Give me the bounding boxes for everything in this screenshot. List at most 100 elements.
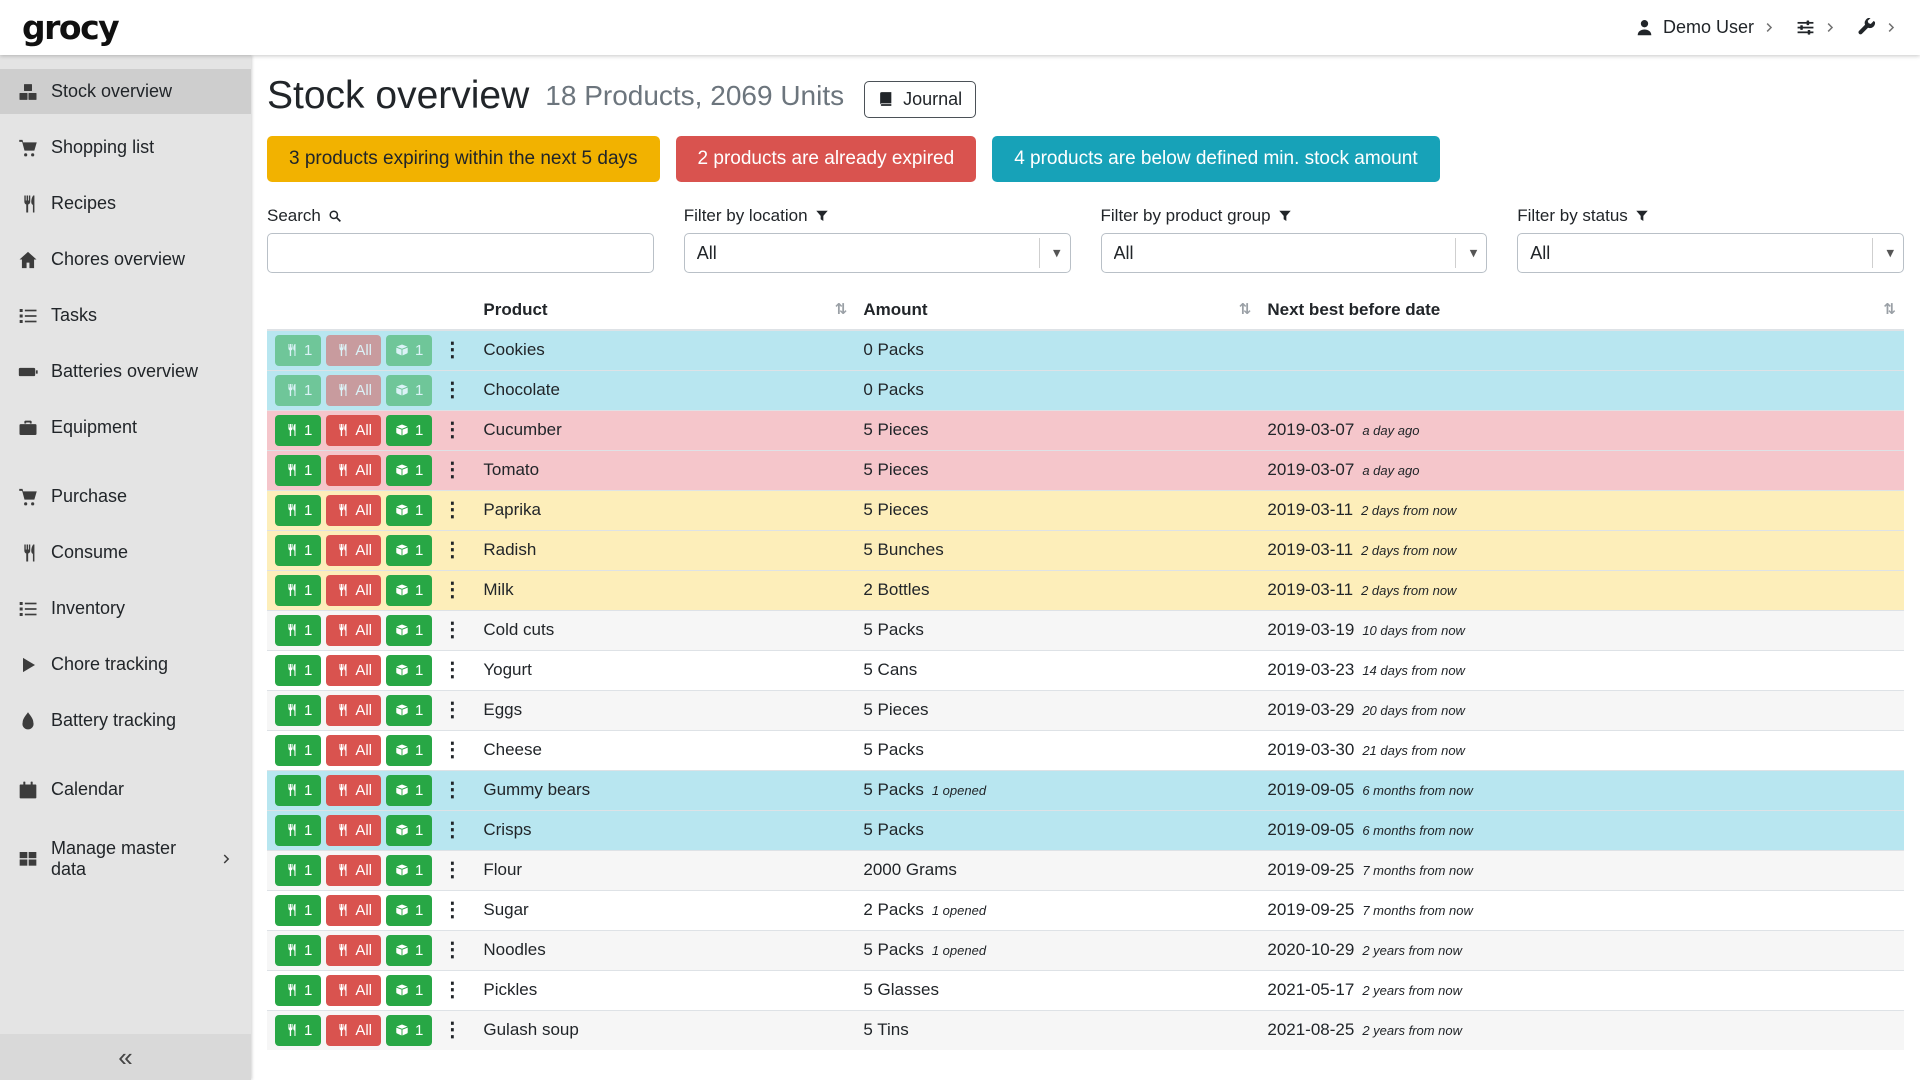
open-one-button[interactable]: 1	[386, 855, 432, 886]
row-menu-button[interactable]: ⋮	[437, 535, 467, 566]
row-menu-button[interactable]: ⋮	[437, 495, 467, 526]
settings-menu[interactable]	[1796, 18, 1837, 37]
open-one-button[interactable]: 1	[386, 735, 432, 766]
consume-one-button[interactable]: 1	[275, 655, 321, 686]
consume-one-button[interactable]: 1	[275, 695, 321, 726]
sidebar-collapse-button[interactable]: «	[0, 1034, 251, 1080]
consume-one-button[interactable]: 1	[275, 975, 321, 1006]
sidebar-item-manage-master-data[interactable]: Manage master data	[0, 836, 251, 881]
open-one-button[interactable]: 1	[386, 375, 432, 406]
consume-all-button[interactable]: All	[326, 615, 381, 646]
journal-button[interactable]: Journal	[864, 81, 976, 118]
row-menu-button[interactable]: ⋮	[437, 855, 467, 886]
row-menu-button[interactable]: ⋮	[437, 695, 467, 726]
open-one-button[interactable]: 1	[386, 935, 432, 966]
column-header-amount[interactable]: Amount⇅	[855, 291, 1259, 330]
sidebar-item-batteries-overview[interactable]: Batteries overview	[0, 349, 251, 394]
row-menu-button[interactable]: ⋮	[437, 815, 467, 846]
row-menu-button[interactable]: ⋮	[437, 655, 467, 686]
filter-by-status-select-control[interactable]: All	[1518, 234, 1903, 272]
consume-all-button[interactable]: All	[326, 455, 381, 486]
consume-one-button[interactable]: 1	[275, 335, 321, 366]
open-one-button[interactable]: 1	[386, 335, 432, 366]
open-one-button[interactable]: 1	[386, 575, 432, 606]
row-menu-button[interactable]: ⋮	[437, 335, 467, 366]
row-menu-button[interactable]: ⋮	[437, 575, 467, 606]
sort-icon[interactable]: ⇅	[1239, 300, 1252, 318]
sidebar-item-consume[interactable]: Consume	[0, 530, 251, 575]
consume-all-button[interactable]: All	[326, 935, 381, 966]
admin-menu[interactable]	[1857, 18, 1898, 37]
open-one-button[interactable]: 1	[386, 695, 432, 726]
consume-one-button[interactable]: 1	[275, 1015, 321, 1046]
consume-all-button[interactable]: All	[326, 815, 381, 846]
open-one-button[interactable]: 1	[386, 775, 432, 806]
row-menu-button[interactable]: ⋮	[437, 735, 467, 766]
sidebar-item-inventory[interactable]: Inventory	[0, 586, 251, 631]
row-menu-button[interactable]: ⋮	[437, 455, 467, 486]
sidebar-item-chores-overview[interactable]: Chores overview	[0, 237, 251, 282]
filter-by-location-select[interactable]: All	[684, 233, 1071, 273]
consume-all-button[interactable]: All	[326, 375, 381, 406]
sort-icon[interactable]: ⇅	[835, 300, 848, 318]
open-one-button[interactable]: 1	[386, 815, 432, 846]
sidebar-item-tasks[interactable]: Tasks	[0, 293, 251, 338]
column-header-product[interactable]: Product⇅	[475, 291, 855, 330]
row-menu-button[interactable]: ⋮	[437, 895, 467, 926]
row-menu-button[interactable]: ⋮	[437, 775, 467, 806]
sort-icon[interactable]: ⇅	[1883, 300, 1896, 318]
open-one-button[interactable]: 1	[386, 495, 432, 526]
consume-all-button[interactable]: All	[326, 855, 381, 886]
open-one-button[interactable]: 1	[386, 895, 432, 926]
consume-one-button[interactable]: 1	[275, 895, 321, 926]
sidebar-item-stock-overview[interactable]: Stock overview	[0, 69, 251, 114]
consume-all-button[interactable]: All	[326, 535, 381, 566]
consume-all-button[interactable]: All	[326, 735, 381, 766]
consume-one-button[interactable]: 1	[275, 935, 321, 966]
open-one-button[interactable]: 1	[386, 1015, 432, 1046]
consume-all-button[interactable]: All	[326, 775, 381, 806]
sidebar-item-recipes[interactable]: Recipes	[0, 181, 251, 226]
row-menu-button[interactable]: ⋮	[437, 975, 467, 1006]
status-banner-3[interactable]: 4 products are below defined min. stock …	[992, 136, 1439, 182]
consume-one-button[interactable]: 1	[275, 775, 321, 806]
consume-one-button[interactable]: 1	[275, 455, 321, 486]
user-menu[interactable]: Demo User	[1635, 17, 1776, 38]
sidebar-item-calendar[interactable]: Calendar	[0, 767, 251, 812]
consume-all-button[interactable]: All	[326, 695, 381, 726]
filter-by-product-group-select[interactable]: All	[1101, 233, 1488, 273]
consume-one-button[interactable]: 1	[275, 415, 321, 446]
sidebar-item-chore-tracking[interactable]: Chore tracking	[0, 642, 251, 687]
search-input[interactable]	[267, 233, 654, 273]
open-one-button[interactable]: 1	[386, 655, 432, 686]
consume-all-button[interactable]: All	[326, 575, 381, 606]
consume-one-button[interactable]: 1	[275, 495, 321, 526]
status-banner-1[interactable]: 3 products expiring within the next 5 da…	[267, 136, 660, 182]
row-menu-button[interactable]: ⋮	[437, 415, 467, 446]
open-one-button[interactable]: 1	[386, 535, 432, 566]
consume-all-button[interactable]: All	[326, 335, 381, 366]
row-menu-button[interactable]: ⋮	[437, 615, 467, 646]
consume-one-button[interactable]: 1	[275, 855, 321, 886]
column-header-next-best-before-date[interactable]: Next best before date⇅	[1259, 291, 1904, 330]
consume-all-button[interactable]: All	[326, 495, 381, 526]
consume-all-button[interactable]: All	[326, 975, 381, 1006]
sidebar-item-shopping-list[interactable]: Shopping list	[0, 125, 251, 170]
sidebar-item-battery-tracking[interactable]: Battery tracking	[0, 698, 251, 743]
open-one-button[interactable]: 1	[386, 615, 432, 646]
consume-one-button[interactable]: 1	[275, 375, 321, 406]
open-one-button[interactable]: 1	[386, 975, 432, 1006]
sidebar-item-purchase[interactable]: Purchase	[0, 474, 251, 519]
consume-one-button[interactable]: 1	[275, 815, 321, 846]
open-one-button[interactable]: 1	[386, 455, 432, 486]
sidebar-item-equipment[interactable]: Equipment	[0, 405, 251, 450]
consume-all-button[interactable]: All	[326, 655, 381, 686]
filter-by-status-select[interactable]: All	[1517, 233, 1904, 273]
consume-one-button[interactable]: 1	[275, 615, 321, 646]
consume-all-button[interactable]: All	[326, 415, 381, 446]
consume-all-button[interactable]: All	[326, 895, 381, 926]
consume-one-button[interactable]: 1	[275, 735, 321, 766]
filter-by-product-group-select-control[interactable]: All	[1102, 234, 1487, 272]
status-banner-2[interactable]: 2 products are already expired	[676, 136, 977, 182]
filter-by-location-select-control[interactable]: All	[685, 234, 1070, 272]
